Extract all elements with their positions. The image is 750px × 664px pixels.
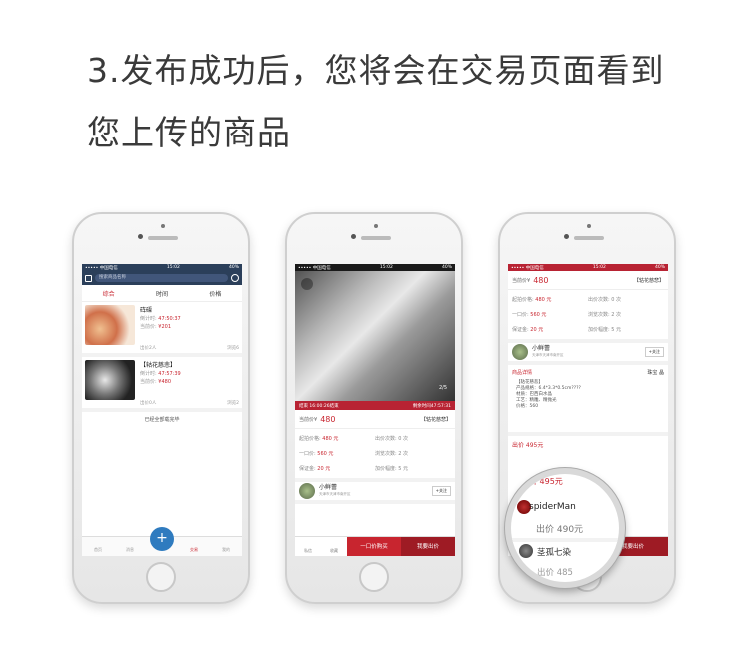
status-bar: ••••• 中国电信 15:02 40% (82, 264, 242, 271)
sort-tabs: 综合 时间 价格 (82, 285, 242, 302)
current-price: 480 (320, 414, 336, 424)
status-bar: ••••• 中国电信 15:02 40% (508, 264, 668, 271)
follow-button[interactable]: +关注 (431, 486, 451, 496)
favorite-button[interactable]: 收藏 (321, 537, 347, 556)
bid-history-header: 出价 495元 (508, 432, 668, 453)
list-item[interactable]: 砗磲 倒计时: 47:50:37 当前价: ¥201 出价2人 浏览6 (82, 302, 242, 357)
camera-dot (587, 224, 591, 228)
tab-me[interactable]: 我的 (210, 537, 242, 556)
bidder-name: spiderMan (529, 502, 576, 512)
chat-button[interactable]: 私信 (295, 537, 321, 556)
bid-amount: 出价 485 (537, 568, 573, 578)
avatar (299, 483, 315, 499)
buy-now-button[interactable]: 一口价购买 (347, 537, 401, 556)
end-of-list: 已经全部载完毕 (144, 417, 180, 423)
clock: 15:02 (166, 265, 180, 270)
category-grid-icon[interactable] (85, 274, 92, 282)
bid-count: 出价0人 (140, 401, 157, 406)
view-count: 浏览6 (227, 346, 239, 351)
magnified-bid-header: 出价 495元 (521, 477, 563, 486)
screen: ••••• 中国电信 15:02 40% 2/5 结束 16:00:26结束 剩… (295, 264, 455, 556)
heading-line-2: 您上传的商品 (87, 113, 291, 152)
phone-listing: ••••• 中国电信 15:02 40% 搜索商品名称 综合 时间 价格 砗磲 … (72, 212, 250, 604)
action-bar: 私信 收藏 一口价购买 我要出价 (295, 536, 455, 556)
phone-detail: ••••• 中国电信 15:02 40% 2/5 结束 16:00:26结束 剩… (285, 212, 463, 604)
tab-price[interactable]: 价格 (189, 289, 242, 298)
bidder-name: 茎孤七染 (537, 548, 572, 558)
home-button[interactable] (146, 562, 176, 592)
item-price: ¥480 (158, 379, 172, 385)
price-line: 当前价¥ 480 【轱花慈悲】 (508, 271, 668, 290)
front-camera (138, 234, 143, 239)
section-title: 商品详情 (512, 370, 533, 376)
seller-row[interactable]: 小鲜蕾 天津市天津市南开区 +关注 (508, 343, 668, 365)
price-line: 当前价¥ 480 【轱花慈悲】 (295, 410, 455, 429)
tab-home[interactable]: 首页 (82, 537, 114, 556)
speaker (148, 236, 178, 240)
product-photo[interactable]: ••••• 中国电信 15:02 40% 2/5 结束 16:00:26结束 剩… (295, 264, 455, 410)
tab-general[interactable]: 综合 (82, 289, 135, 298)
carrier: ••••• 中国电信 (85, 265, 118, 271)
bidder-avatar (519, 544, 533, 558)
tab-messages[interactable]: 消息 (114, 537, 146, 556)
item-title: 砗磲 (140, 307, 153, 314)
category-tag: 珠宝 晶 (647, 370, 664, 376)
camera-dot (374, 224, 378, 228)
auction-fields: 起拍价格: 480 元 出价次数: 0 次 一口价: 560 元 浏览次数: 2… (508, 290, 668, 343)
camera-dot (161, 224, 165, 228)
heading-line-1: 3.发布成功后，您将会在交易页面看到 (87, 51, 665, 90)
status-bar: ••••• 中国电信 15:02 40% (295, 264, 455, 271)
bid-count: 出价2人 (140, 346, 157, 351)
front-camera (564, 234, 569, 239)
publish-button[interactable]: + (150, 527, 174, 551)
auction-fields: 起拍价格: 480 元 出价次数: 0 次 一口价: 560 元 浏览次数: 2… (295, 429, 455, 482)
speaker (574, 236, 604, 240)
photo-counter: 2/5 (438, 385, 447, 391)
item-countdown: 47:50:37 (158, 316, 181, 322)
item-title: 【轱花慈悲】 (140, 362, 177, 369)
details-section-header: 商品详情 珠宝 晶 (508, 365, 668, 380)
bid-button[interactable]: 我要出价 (401, 537, 455, 556)
tab-time[interactable]: 时间 (135, 289, 188, 298)
item-price: ¥201 (158, 324, 172, 330)
back-icon[interactable] (301, 278, 313, 290)
view-count: 浏览2 (227, 401, 239, 406)
seller-name: 小鲜蕾 (319, 484, 338, 491)
auction-bar: 结束 16:00:26结束 剩余时间47:57:31 (295, 401, 455, 410)
product-description: 【轱花慈悲】 产品规格：6.4*3.3*0.5cm???? 材质：巴西白水晶 工… (516, 380, 581, 409)
list-item[interactable]: 【轱花慈悲】 倒计时: 47:57:39 当前价: ¥480 出价0人 浏览2 (82, 357, 242, 412)
avatar (512, 344, 528, 360)
seller-location: 天津市天津市南开区 (319, 492, 351, 496)
front-camera (351, 234, 356, 239)
magnifier-callout: 出价 495元 spiderMan 出价 490元 茎孤七染 出价 485 (505, 468, 625, 588)
follow-button[interactable]: +关注 (644, 347, 664, 357)
item-thumbnail (85, 305, 135, 345)
tab-trade[interactable]: 交易 (178, 537, 210, 556)
speaker (361, 236, 391, 240)
auction-end-time: 结束 16:00:26结束 (299, 403, 339, 409)
item-thumbnail (85, 360, 135, 400)
item-countdown: 47:57:39 (158, 371, 181, 377)
bid-amount: 出价 490元 (536, 525, 584, 535)
screen: ••••• 中国电信 15:02 40% 搜索商品名称 综合 时间 价格 砗磲 … (82, 264, 242, 556)
message-icon[interactable] (231, 274, 239, 282)
auction-countdown: 剩余时间47:57:31 (412, 403, 451, 409)
battery: 40% (228, 265, 239, 270)
search-header: 搜索商品名称 (82, 271, 242, 285)
product-name: 【轱花慈悲】 (420, 416, 451, 423)
search-input[interactable]: 搜索商品名称 (95, 274, 228, 282)
home-button[interactable] (359, 562, 389, 592)
seller-row[interactable]: 小鲜蕾 天津市天津市南开区 +关注 (295, 482, 455, 504)
